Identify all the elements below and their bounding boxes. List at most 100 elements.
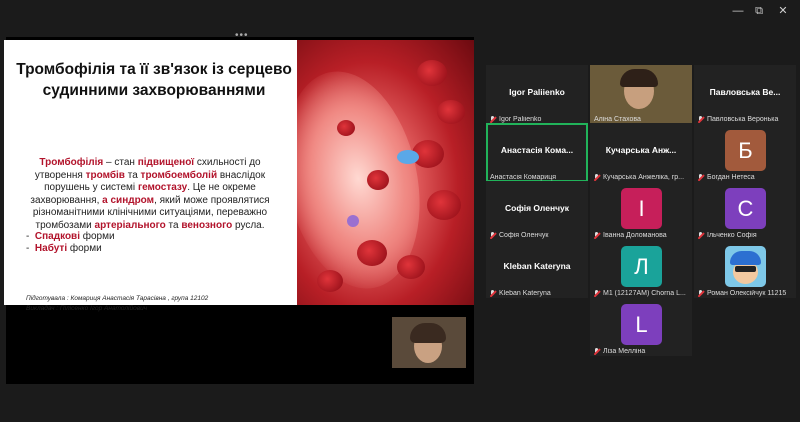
- participant-name: Кучарська Анж...: [605, 145, 677, 155]
- participant-name: Софія Оленчук: [504, 203, 569, 213]
- blood-cell: [367, 170, 389, 190]
- label-text: Igor Paliienko: [499, 116, 542, 123]
- participant-name: Павловська Ве...: [709, 87, 781, 97]
- participant-tile-video[interactable]: Аліна Стахова: [590, 65, 692, 124]
- label-text: Роман Олексійчук 11215: [707, 290, 787, 297]
- muted-mic-icon: [490, 116, 496, 123]
- muted-mic-icon: [594, 232, 600, 239]
- participant-tile[interactable]: І Іванна Доломанова: [590, 181, 692, 240]
- slide-list: - Спадкові форми - Набуті форми: [26, 231, 115, 255]
- blood-cell: [427, 190, 461, 220]
- participant-label: Павловська Веронька: [698, 116, 794, 123]
- term: гемостазу: [137, 182, 188, 193]
- label-text: Ільченко Софія: [707, 232, 757, 239]
- participant-tile[interactable]: Kleban Kateryna Kleban Kateryna: [486, 239, 588, 298]
- text: та: [165, 219, 182, 231]
- blood-cell: [417, 60, 447, 86]
- participant-label: Богдан Нетеса: [698, 174, 794, 181]
- muted-mic-icon: [594, 290, 600, 297]
- participant-label: Іванна Доломанова: [594, 232, 690, 239]
- slide-credits: Підготувала : Комариця Анастасія Тарасів…: [26, 294, 208, 314]
- slide-text-panel: Тромбофілія та її зв'язок із серцево суд…: [4, 40, 297, 312]
- participant-avatar: С: [725, 188, 766, 229]
- label-text: Софія Оленчук: [499, 232, 549, 239]
- participant-tile[interactable]: Б Богдан Нетеса: [694, 123, 796, 182]
- minimize-button[interactable]: —: [729, 4, 747, 18]
- muted-mic-icon: [594, 348, 600, 355]
- participant-label: М1 (12127AM) Chorna L...: [594, 290, 690, 297]
- muted-mic-icon: [490, 290, 496, 297]
- participant-avatar: Б: [725, 130, 766, 171]
- participant-label: Кучарська Анжеліка, гр...: [594, 174, 690, 181]
- term: Набуті: [34, 243, 68, 254]
- participant-tile[interactable]: Софія Оленчук Софія Оленчук: [486, 181, 588, 240]
- participant-name: Igor Paliienko: [509, 87, 565, 97]
- participant-label: Ільченко Софія: [698, 232, 794, 239]
- list-item: - Спадкові форми: [26, 231, 115, 243]
- term: венозного: [181, 219, 233, 231]
- cell-icon: [347, 215, 359, 227]
- muted-mic-icon: [698, 232, 704, 239]
- label-text: Кучарська Анжеліка, гр...: [603, 174, 685, 181]
- participant-tile[interactable]: Роман Олексійчук 11215: [694, 239, 796, 298]
- participant-label: Анастасія Комариця: [490, 174, 586, 181]
- label-text: Богдан Нетеса: [707, 174, 755, 181]
- term: тромбоемболій: [140, 169, 218, 181]
- participant-tile[interactable]: Павловська Ве... Павловська Веронька: [694, 65, 796, 124]
- presentation-slide: Тромбофілія та її зв'язок із серцево суд…: [4, 40, 474, 312]
- platelet-icon: [397, 150, 419, 164]
- slide-title-line2: судинними захворюваннями: [42, 82, 266, 99]
- participant-avatar: І: [621, 188, 662, 229]
- participant-avatar: L: [621, 304, 662, 345]
- slide-definition: Тромбофілія – стан підвищеної схильності…: [25, 157, 275, 232]
- maximize-button[interactable]: ⧉: [750, 4, 768, 18]
- participant-tile[interactable]: Igor Paliienko Igor Paliienko: [486, 65, 588, 124]
- label-text: Kleban Kateryna: [499, 290, 551, 297]
- hair-shape: [620, 69, 658, 87]
- participant-tile[interactable]: С Ільченко Софія: [694, 181, 796, 240]
- participant-label: Аліна Стахова: [594, 116, 690, 123]
- participant-tile-active-speaker[interactable]: Анастасія Кома... Анастасія Комариця: [486, 123, 588, 182]
- cartoon-avatar-icon: [725, 246, 766, 287]
- participant-tile[interactable]: L Ліза Мелліна: [590, 297, 692, 356]
- list-item: - Набуті форми: [26, 243, 115, 255]
- label-text: Павловська Веронька: [707, 116, 779, 123]
- text: русла.: [232, 219, 265, 231]
- bullet: -: [26, 231, 30, 242]
- credits-teacher: Викладач : Пілісенко Ігор Анатолійович: [26, 305, 148, 312]
- participant-label: Ліза Мелліна: [594, 348, 690, 355]
- label-text: Анастасія Комариця: [490, 174, 557, 181]
- muted-mic-icon: [490, 232, 496, 239]
- term: артеріального: [94, 219, 166, 231]
- participant-label: Софія Оленчук: [490, 232, 586, 239]
- text: – стан: [103, 157, 138, 168]
- participant-label: Kleban Kateryna: [490, 290, 586, 297]
- self-view-video[interactable]: [392, 317, 466, 368]
- muted-mic-icon: [698, 174, 704, 181]
- blood-cell: [437, 100, 465, 124]
- blood-vessel-illustration: [297, 40, 474, 305]
- participant-tile[interactable]: Кучарська Анж... Кучарська Анжеліка, гр.…: [590, 123, 692, 182]
- credits-author: Підготувала : Комариця Анастасія Тарасів…: [26, 295, 209, 302]
- blood-cell: [397, 255, 425, 279]
- term: Спадкові: [34, 231, 80, 242]
- participant-label: Роман Олексійчук 11215: [698, 290, 794, 297]
- label-text: М1 (12127AM) Chorna L...: [603, 290, 686, 297]
- term: підвищеної: [137, 157, 195, 168]
- term: Тромбофілія: [39, 157, 104, 168]
- term: тромбів: [85, 169, 125, 181]
- muted-mic-icon: [594, 174, 600, 181]
- blood-cell: [337, 120, 355, 136]
- text: форми: [79, 231, 115, 242]
- text: та: [124, 169, 141, 181]
- label-text: Іванна Доломанова: [603, 232, 667, 239]
- blood-cell: [317, 270, 343, 292]
- close-button[interactable]: ✕: [774, 4, 792, 18]
- text: форми: [67, 243, 102, 254]
- label-text: Аліна Стахова: [594, 116, 641, 123]
- participant-tile[interactable]: Л М1 (12127AM) Chorna L...: [590, 239, 692, 298]
- muted-mic-icon: [698, 290, 704, 297]
- slide-title: Тромбофілія та її зв'язок із серцево суд…: [4, 59, 304, 101]
- hair-shape: [410, 323, 446, 343]
- muted-mic-icon: [698, 116, 704, 123]
